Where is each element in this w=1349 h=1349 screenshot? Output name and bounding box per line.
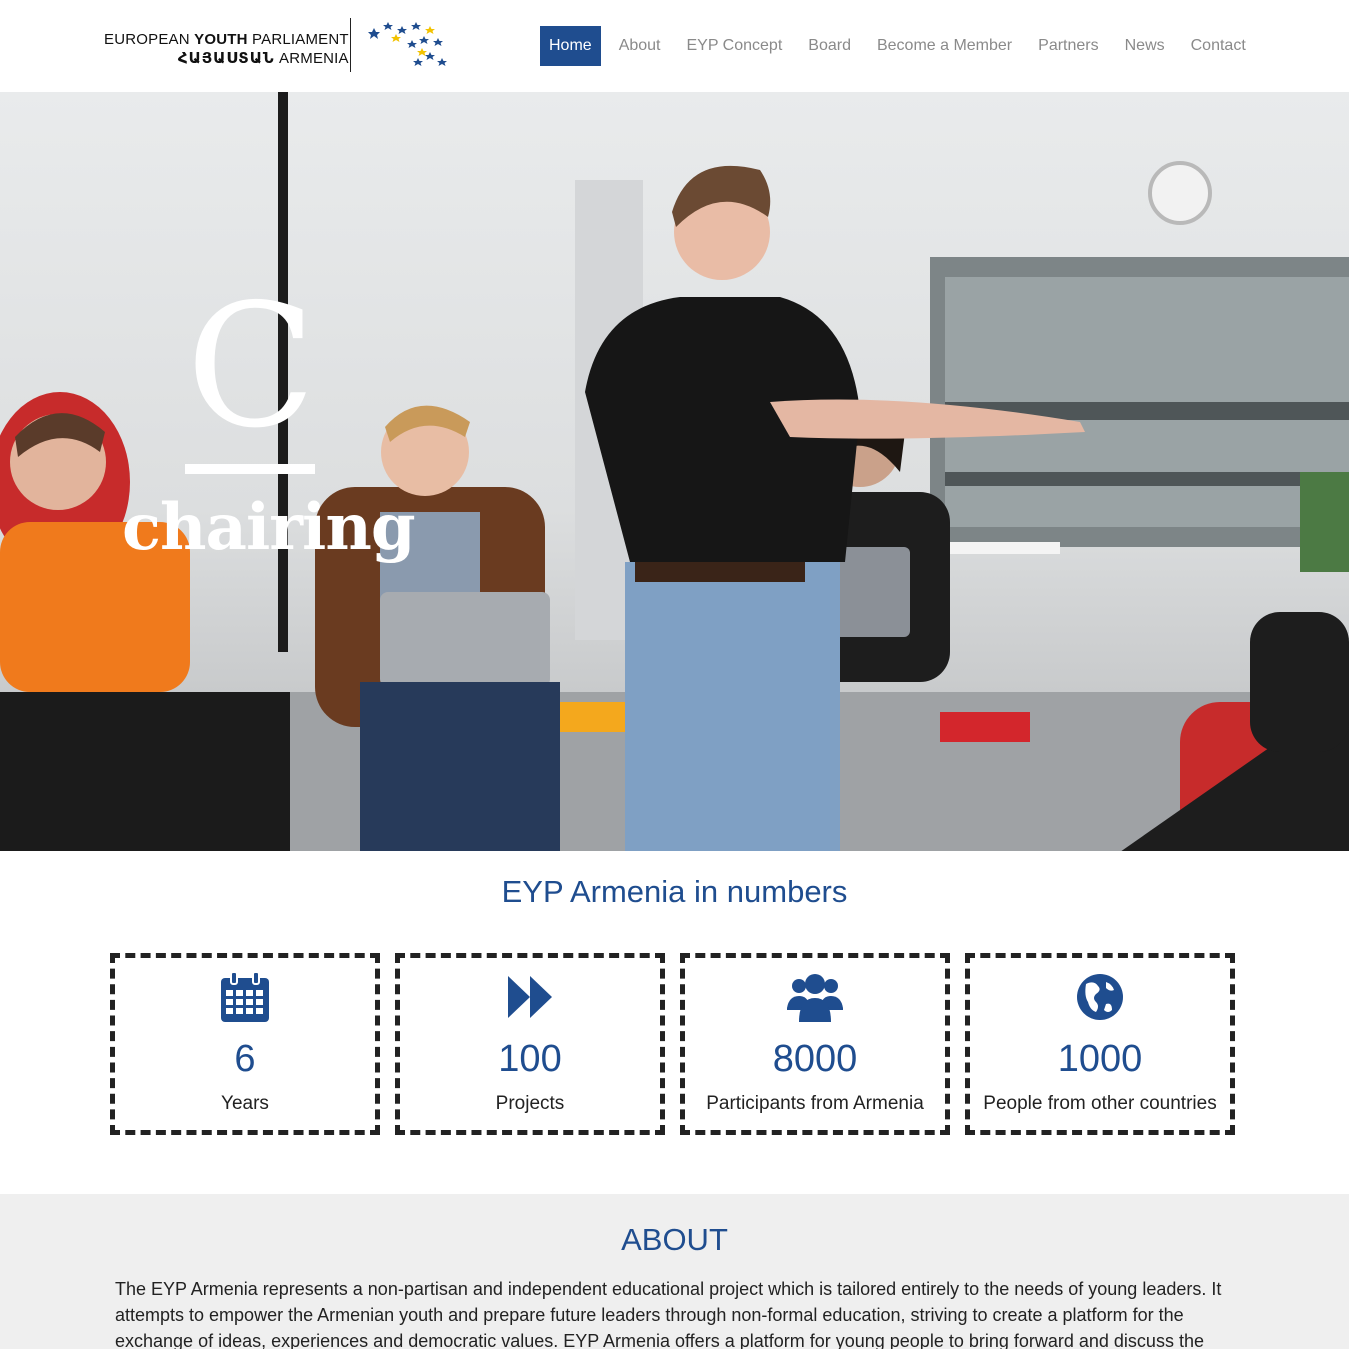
about-section: ABOUT The EYP Armenia represents a non-p… — [0, 1194, 1349, 1349]
nav-about[interactable]: About — [606, 26, 674, 66]
logo-wordmark: EUROPEAN YOUTH PARLIAMENT ՀԱՅԱՍՏԱՆ ARMEN… — [104, 31, 349, 67]
hero-overlay-rule — [185, 464, 315, 474]
globe-icon — [1077, 974, 1123, 1020]
stat-label: Participants from Armenia — [706, 1093, 924, 1114]
site-header: EUROPEAN YOUTH PARLIAMENT ՀԱՅԱՍՏԱՆ ARMEN… — [0, 0, 1349, 92]
calendar-icon — [221, 971, 269, 1022]
nav-board[interactable]: Board — [795, 26, 864, 66]
fast-forward-icon — [508, 976, 552, 1018]
nav-home[interactable]: Home — [540, 26, 601, 66]
hero-overlay-word: chairing — [122, 490, 416, 565]
stat-value: 8000 — [772, 1038, 858, 1080]
stat-value: 1000 — [1057, 1038, 1143, 1080]
stat-card-participants: 8000 Participants from Armenia — [680, 953, 950, 1135]
stat-value: 100 — [498, 1038, 562, 1080]
stat-label: Years — [221, 1093, 269, 1114]
nav-news[interactable]: News — [1112, 26, 1178, 66]
main-nav: Home About EYP Concept Board Become a Me… — [540, 26, 1259, 66]
users-icon — [787, 974, 843, 1022]
stat-card-international: 1000 People from other countries — [965, 953, 1235, 1135]
nav-eyp-concept[interactable]: EYP Concept — [674, 26, 796, 66]
stars-logo-icon — [368, 22, 447, 66]
logo-divider — [350, 18, 351, 72]
hero-overlay-letter: C — [186, 268, 317, 466]
stat-value: 6 — [234, 1038, 256, 1080]
nav-become-a-member[interactable]: Become a Member — [864, 26, 1025, 66]
stat-label: Projects — [495, 1093, 565, 1114]
about-title: ABOUT — [621, 1222, 728, 1257]
stat-card-years: 6 Years — [110, 953, 380, 1135]
hero-video[interactable]: C chairing — [0, 92, 1349, 851]
stat-card-projects: 100 Projects — [395, 953, 665, 1135]
numbers-section-title: EYP Armenia in numbers — [501, 874, 848, 909]
nav-contact[interactable]: Contact — [1178, 26, 1259, 66]
about-paragraph: The EYP Armenia represents a non-partisa… — [115, 1279, 1222, 1349]
stat-label: People from other countries — [983, 1093, 1217, 1114]
nav-partners[interactable]: Partners — [1025, 26, 1111, 66]
